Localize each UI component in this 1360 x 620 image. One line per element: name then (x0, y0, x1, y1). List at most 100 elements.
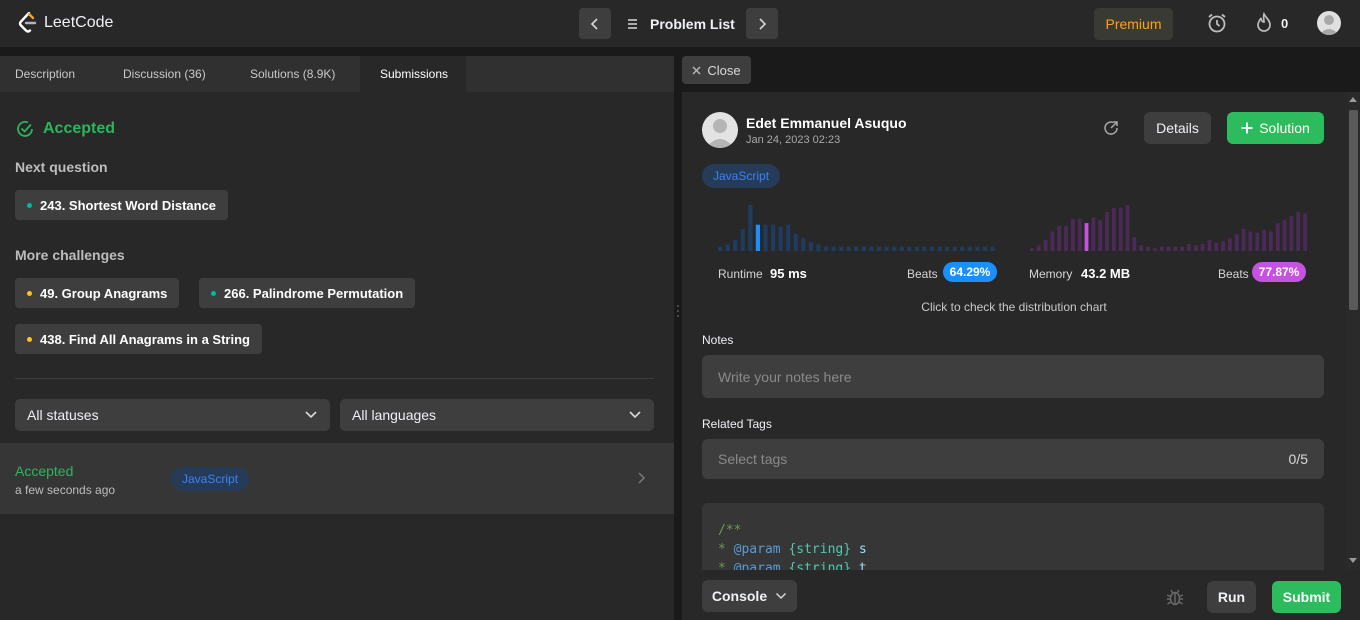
panel-resizer[interactable] (674, 48, 682, 620)
details-button[interactable]: Details (1144, 112, 1211, 144)
histogram-bar (1275, 223, 1280, 251)
tab-discussion[interactable]: Discussion (36) (108, 56, 221, 92)
histogram-bar (839, 246, 844, 251)
chevron-right-icon (759, 17, 767, 30)
logo[interactable]: LeetCode (18, 12, 113, 34)
histogram-bar (1228, 238, 1232, 251)
histogram-bar (778, 226, 783, 251)
share-icon[interactable] (1102, 119, 1120, 137)
user-avatar[interactable] (1317, 11, 1341, 35)
submit-button[interactable]: Submit (1272, 581, 1341, 613)
code-line: * @param {string} t (718, 561, 867, 570)
scroll-thumb[interactable] (1349, 110, 1358, 310)
histogram-bar (990, 246, 995, 251)
premium-button[interactable]: Premium (1094, 8, 1173, 40)
histogram-bar (907, 246, 912, 251)
streak-button[interactable] (1255, 11, 1273, 39)
timer-button[interactable] (1206, 12, 1228, 39)
language-filter-select[interactable]: All languages (340, 399, 654, 431)
histogram-bar (1241, 228, 1246, 251)
histogram-bar (1234, 234, 1239, 251)
histogram-bar (801, 237, 806, 251)
histogram-bar (1036, 245, 1041, 251)
challenge-chip[interactable]: 438. Find All Anagrams in a String (15, 324, 262, 354)
runtime-label: Runtime (718, 267, 763, 281)
histogram-bar (1159, 246, 1164, 251)
histogram-bar (793, 233, 798, 251)
histogram-bar (1296, 212, 1301, 251)
difficulty-dot (27, 336, 32, 342)
difficulty-dot (27, 202, 32, 208)
next-question-label: Next question (15, 159, 108, 175)
debug-bug-icon[interactable] (1165, 587, 1185, 607)
memory-value: 43.2 MB (1081, 266, 1131, 281)
histogram-bar (1043, 239, 1048, 251)
scroll-down-icon[interactable] (1349, 558, 1357, 564)
author-name[interactable]: Edet Emmanuel Asuquo (746, 115, 907, 131)
close-icon (692, 66, 701, 74)
difficulty-dot (211, 290, 216, 296)
histogram-bar (1166, 246, 1171, 251)
histogram-bar (1064, 225, 1068, 251)
next-question-chip[interactable]: 243. Shortest Word Distance (15, 190, 229, 220)
distribution-hint[interactable]: Click to check the distribution chart (682, 300, 1346, 314)
histogram-bar (960, 246, 965, 251)
next-problem-button[interactable] (746, 8, 778, 39)
close-button[interactable]: Close (682, 56, 751, 84)
histogram-bar (823, 246, 829, 251)
console-button[interactable]: Console (702, 580, 797, 612)
challenge-chip[interactable]: 266. Palindrome Permutation (199, 278, 416, 308)
language-filter-value: All languages (352, 407, 437, 423)
close-label: Close (707, 62, 741, 78)
console-label: Console (711, 588, 768, 604)
histogram-bar (763, 224, 768, 251)
histogram-bar (1303, 213, 1307, 251)
histogram-bar (1248, 231, 1253, 251)
solution-button[interactable]: Solution (1227, 112, 1324, 144)
challenge-title: 49. Group Anagrams (40, 285, 168, 301)
histogram-bar (816, 244, 821, 251)
detail-scrollbar[interactable] (1346, 92, 1360, 570)
accepted-label: Accepted (43, 120, 116, 137)
chevron-down-icon (776, 592, 787, 600)
submission-date: Jan 24, 2023 02:23 (746, 134, 841, 146)
code-viewer: /** * @param {string} s * @param {string… (702, 503, 1324, 570)
histogram-bar (1269, 231, 1273, 251)
runtime-histogram[interactable] (718, 203, 998, 255)
tab-solutions[interactable]: Solutions (8.9K) (235, 56, 350, 92)
challenge-title: 266. Palindrome Permutation (224, 285, 404, 301)
memory-histogram[interactable] (1030, 203, 1310, 255)
histogram-bar (1050, 231, 1055, 251)
runtime-value: 95 ms (770, 266, 807, 281)
histogram-bar (831, 246, 836, 251)
challenge-chip[interactable]: 49. Group Anagrams (15, 278, 180, 308)
histogram-bar (967, 246, 972, 251)
check-circle-icon (17, 121, 33, 137)
histogram-bar (846, 246, 851, 251)
histogram-bar (1132, 237, 1137, 251)
prev-problem-button[interactable] (579, 8, 611, 39)
status-filter-select[interactable]: All statuses (15, 399, 330, 431)
tags-select[interactable]: Select tags 0/5 (702, 439, 1324, 479)
memory-beats-pill: 77.87% (1252, 262, 1306, 282)
histogram-bar (1289, 216, 1294, 251)
chevron-down-icon (305, 411, 317, 419)
tab-description[interactable]: Description (0, 56, 90, 92)
next-question-title: 243. Shortest Word Distance (40, 197, 217, 213)
scroll-up-icon[interactable] (1349, 96, 1357, 102)
histogram-bar (1282, 220, 1287, 251)
histogram-bar (922, 246, 927, 251)
alarm-clock-icon (1208, 13, 1226, 33)
submission-row[interactable]: Accepted a few seconds ago JavaScript (0, 443, 674, 514)
histogram-bar (1214, 242, 1219, 251)
run-button[interactable]: Run (1207, 581, 1256, 613)
histogram-bar (861, 246, 866, 251)
histogram-bar (1077, 218, 1082, 251)
histogram-bar (1118, 207, 1123, 251)
histogram-bar (1152, 248, 1157, 251)
problem-list-button[interactable]: Problem List (626, 8, 735, 39)
notes-input[interactable]: Write your notes here (702, 355, 1324, 398)
language-badge: JavaScript (702, 164, 781, 188)
status-filter-value: All statuses (27, 407, 99, 423)
tab-submissions[interactable]: Submissions (360, 56, 466, 92)
